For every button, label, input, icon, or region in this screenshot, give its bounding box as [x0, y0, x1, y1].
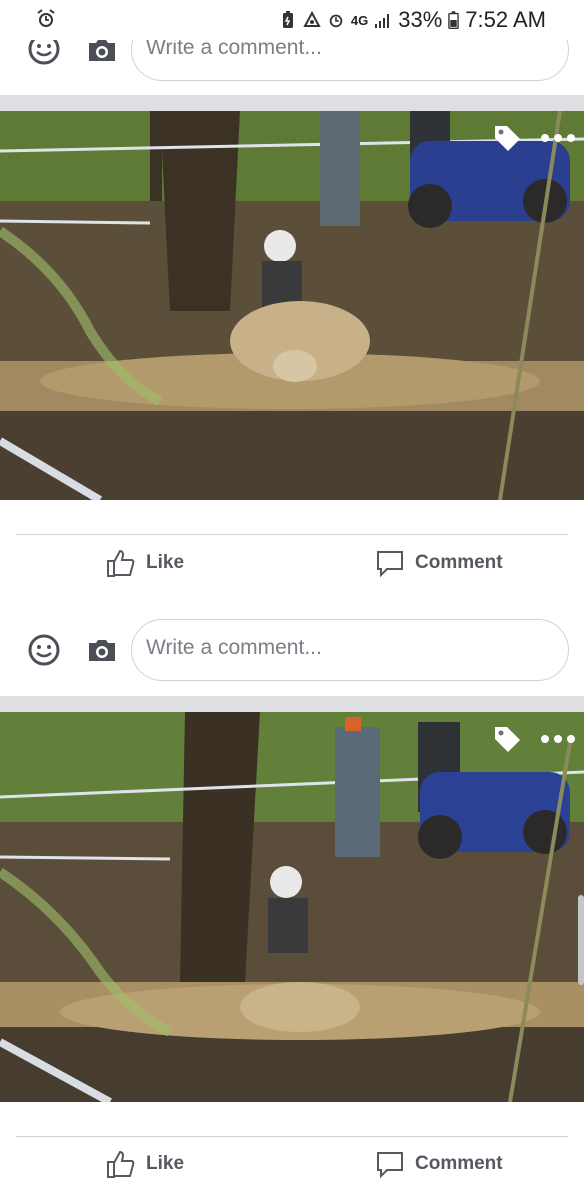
comment-icon — [377, 551, 403, 578]
comment-button[interactable]: Comment — [375, 548, 503, 578]
like-button[interactable]: Like — [106, 1149, 184, 1179]
more-icon[interactable] — [540, 133, 580, 143]
tag-icon[interactable] — [492, 123, 522, 153]
scrollbar[interactable] — [578, 895, 584, 985]
clock: 7:52 AM — [465, 7, 546, 32]
battery-saver-icon — [282, 11, 293, 28]
post-photo[interactable] — [0, 111, 584, 500]
signal-icon — [375, 14, 390, 28]
comment-row: Write a comment... — [0, 605, 584, 696]
like-label: Like — [146, 552, 185, 573]
like-icon — [107, 1150, 135, 1178]
comment-icon — [377, 1152, 403, 1179]
like-button[interactable]: Like — [106, 548, 184, 578]
divider — [16, 534, 568, 535]
comment-label: Comment — [415, 552, 503, 573]
post-photo[interactable] — [0, 712, 584, 1102]
post-actions: Like Comment — [0, 500, 584, 605]
emoji-icon[interactable] — [28, 634, 60, 666]
recycle-icon — [303, 11, 321, 27]
comment-input[interactable]: Write a comment... — [131, 619, 569, 681]
tag-icon[interactable] — [492, 724, 522, 754]
battery-icon — [448, 11, 460, 29]
alarm-icon — [37, 9, 55, 27]
like-label: Like — [146, 1153, 185, 1174]
camera-icon[interactable] — [86, 37, 118, 63]
status-bar: 4G 33% 7:52 AM — [0, 0, 584, 40]
comment-placeholder: Write a comment... — [146, 636, 322, 659]
more-icon[interactable] — [540, 734, 580, 744]
network-indicator: 4G — [350, 12, 369, 28]
status-icons: 4G 33% 7:52 AM — [279, 6, 546, 34]
divider — [16, 1136, 568, 1137]
like-icon — [107, 549, 135, 577]
alarm-icon — [329, 14, 343, 28]
post-actions: Like Comment — [0, 1102, 584, 1200]
comment-label: Comment — [415, 1153, 503, 1174]
battery-percent: 33% — [398, 7, 443, 32]
comment-button[interactable]: Comment — [375, 1149, 503, 1179]
camera-icon[interactable] — [86, 637, 118, 663]
